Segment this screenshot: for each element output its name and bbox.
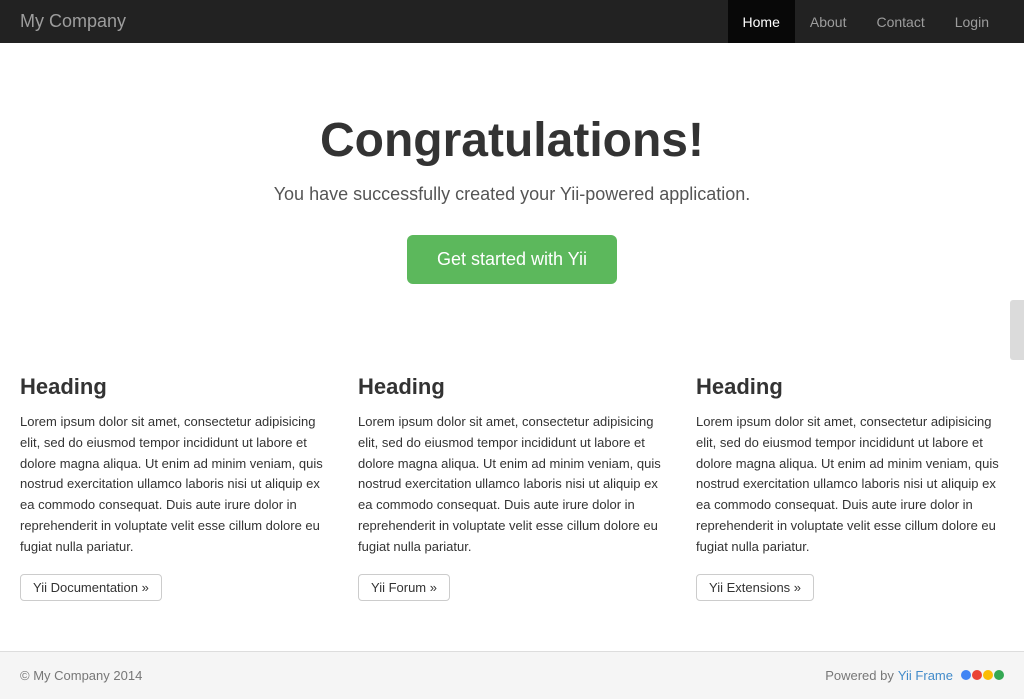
footer: © My Company 2014 Powered by Yii Frame — [0, 651, 1024, 699]
logo-dot-blue — [961, 670, 971, 680]
logo-dot-yellow — [983, 670, 993, 680]
cta-button[interactable]: Get started with Yii — [407, 235, 617, 284]
navbar: My Company Home About Contact Login — [0, 0, 1024, 43]
col3-body: Lorem ipsum dolor sit amet, consectetur … — [696, 412, 1004, 558]
columns-section: Heading Lorem ipsum dolor sit amet, cons… — [0, 344, 1024, 651]
col3-link[interactable]: Yii Extensions » — [696, 574, 814, 601]
column-1: Heading Lorem ipsum dolor sit amet, cons… — [20, 374, 328, 601]
nav-brand[interactable]: My Company — [20, 11, 126, 32]
nav-login[interactable]: Login — [940, 0, 1004, 43]
footer-powered: Powered by Yii Frame — [825, 668, 1004, 683]
logo-dot-green — [994, 670, 1004, 680]
footer-copyright: © My Company 2014 — [20, 668, 142, 683]
col2-link[interactable]: Yii Forum » — [358, 574, 450, 601]
col2-body: Lorem ipsum dolor sit amet, consectetur … — [358, 412, 666, 558]
column-2: Heading Lorem ipsum dolor sit amet, cons… — [358, 374, 666, 601]
column-3: Heading Lorem ipsum dolor sit amet, cons… — [696, 374, 1004, 601]
nav-links: Home About Contact Login — [728, 0, 1004, 43]
hero-subtext: You have successfully created your Yii-p… — [20, 184, 1004, 205]
hero-heading: Congratulations! — [20, 113, 1004, 168]
yii-link[interactable]: Yii Frame — [898, 668, 953, 683]
col1-link[interactable]: Yii Documentation » — [20, 574, 162, 601]
col3-heading: Heading — [696, 374, 1004, 400]
nav-home[interactable]: Home — [728, 0, 795, 43]
col2-heading: Heading — [358, 374, 666, 400]
col1-body: Lorem ipsum dolor sit amet, consectetur … — [20, 412, 328, 558]
col1-heading: Heading — [20, 374, 328, 400]
nav-contact[interactable]: Contact — [861, 0, 939, 43]
powered-by-label: Powered by — [825, 668, 894, 683]
nav-about[interactable]: About — [795, 0, 862, 43]
scrollbar-thumb[interactable] — [1010, 300, 1024, 360]
logo-dot-red — [972, 670, 982, 680]
hero-section: Congratulations! You have successfully c… — [0, 43, 1024, 344]
yii-logo — [961, 670, 1004, 680]
